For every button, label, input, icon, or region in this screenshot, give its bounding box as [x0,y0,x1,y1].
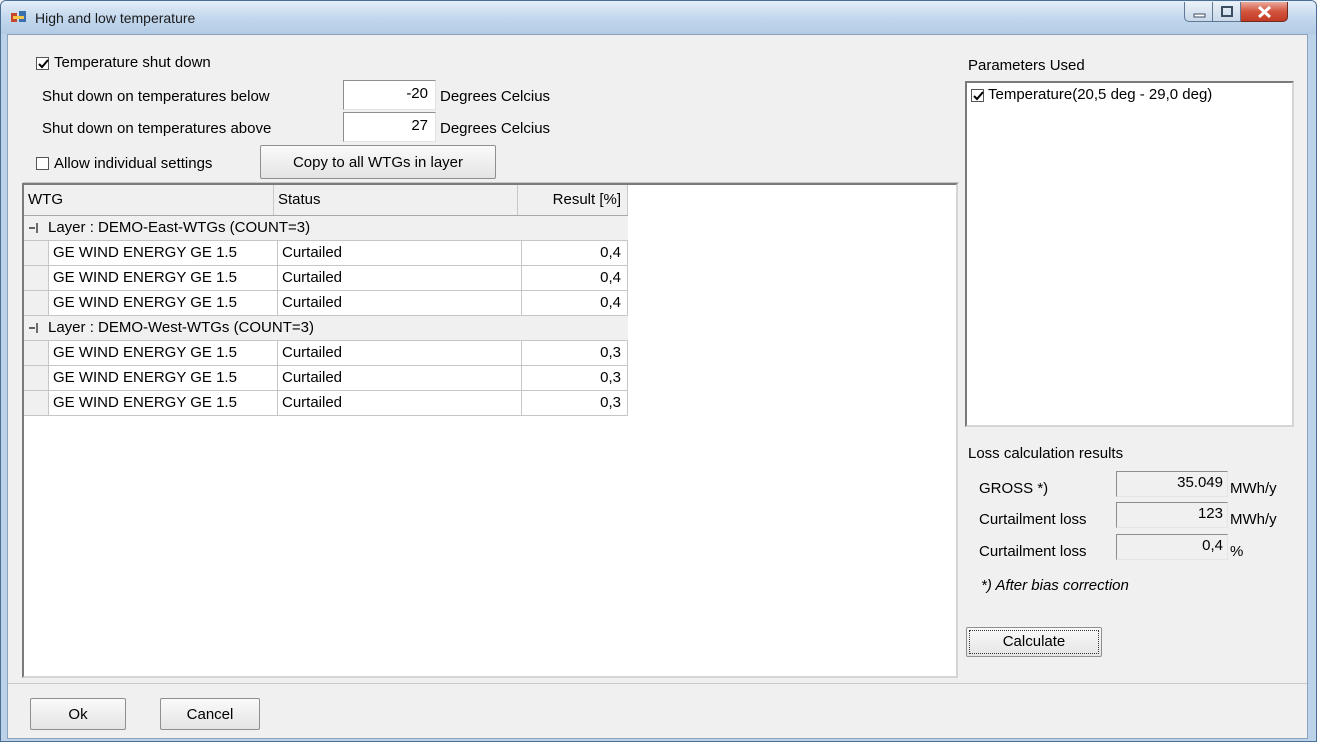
gross-value: 35.049 [1116,471,1228,497]
column-header-wtg[interactable]: WTG [24,185,274,215]
collapse-icon[interactable] [28,322,40,334]
dialog-body: Temperature shut down Shut down on tempe… [7,34,1308,739]
wtg-cell: GE WIND ENERGY GE 1.5 [48,266,278,291]
wtg-grid: WTG Status Result [%] Layer : DEMO-East-… [22,183,958,678]
parameter-checkbox[interactable] [971,89,984,102]
check-icon [973,91,984,101]
table-row[interactable]: GE WIND ENERGY GE 1.5 Curtailed 0,3 [48,366,628,391]
app-icon [11,11,26,22]
parameters-title: Parameters Used [968,57,1085,74]
wtg-cell: GE WIND ENERGY GE 1.5 [48,366,278,391]
curtailment-loss-percent-unit: % [1230,543,1244,560]
column-header-result[interactable]: Result [%] [518,185,628,215]
status-cell: Curtailed [278,341,522,366]
table-row[interactable]: GE WIND ENERGY GE 1.5 Curtailed 0,3 [48,341,628,366]
grid-header: WTG Status Result [%] [24,185,628,216]
layer-group-row[interactable]: Layer : DEMO-East-WTGs (COUNT=3) [24,216,628,241]
wtg-cell: GE WIND ENERGY GE 1.5 [48,291,278,316]
above-temperature-input[interactable]: 27 [343,112,436,142]
close-icon [1257,5,1272,19]
ok-button[interactable]: Ok [30,698,126,730]
maximize-icon [1221,6,1233,17]
status-cell: Curtailed [278,291,522,316]
grid-toolbar: Allow individual settings Copy to all WT… [23,145,959,183]
result-cell: 0,4 [522,291,628,316]
parameters-list[interactable]: Temperature(20,5 deg - 29,0 deg) [965,81,1294,427]
temperature-shutdown-checkbox[interactable] [36,57,49,70]
layer-group-label: Layer : DEMO-East-WTGs (COUNT=3) [48,219,311,236]
individual-settings-checkbox[interactable] [36,157,49,170]
close-button[interactable] [1241,2,1288,22]
gross-label: GROSS *) [979,480,1049,497]
layer-group-row[interactable]: Layer : DEMO-West-WTGs (COUNT=3) [24,316,628,341]
result-cell: 0,3 [522,341,628,366]
status-cell: Curtailed [278,241,522,266]
dialog-window: High and low temperature Temperature shu… [0,0,1317,742]
below-unit-label: Degrees Celcius [440,88,551,105]
table-row[interactable]: GE WIND ENERGY GE 1.5 Curtailed 0,4 [48,266,628,291]
below-temperature-input[interactable]: -20 [343,80,436,110]
footer-divider [8,683,1307,684]
minimize-button[interactable] [1184,2,1213,22]
wtg-cell: GE WIND ENERGY GE 1.5 [48,341,278,366]
copy-to-all-button[interactable]: Copy to all WTGs in layer [260,145,496,179]
column-header-status[interactable]: Status [274,185,518,215]
curtailment-loss-unit: MWh/y [1230,511,1277,528]
result-cell: 0,3 [522,391,628,416]
individual-settings-label: Allow individual settings [54,155,213,172]
loss-results-title: Loss calculation results [968,445,1124,462]
collapse-icon[interactable] [28,222,40,234]
calculate-button[interactable]: Calculate [966,627,1102,657]
check-icon [38,59,49,69]
above-label: Shut down on temperatures above [42,120,272,137]
status-cell: Curtailed [278,391,522,416]
below-label: Shut down on temperatures below [42,88,270,105]
table-row[interactable]: GE WIND ENERGY GE 1.5 Curtailed 0,4 [48,291,628,316]
curtailment-loss-value: 123 [1116,502,1228,528]
cancel-button[interactable]: Cancel [160,698,260,730]
curtailment-loss-percent-label: Curtailment loss [979,543,1087,560]
table-row[interactable]: GE WIND ENERGY GE 1.5 Curtailed 0,4 [48,241,628,266]
title-bar[interactable]: High and low temperature [1,1,1316,34]
status-cell: Curtailed [278,266,522,291]
minimize-icon [1193,13,1206,18]
curtailment-loss-label: Curtailment loss [979,511,1087,528]
wtg-cell: GE WIND ENERGY GE 1.5 [48,391,278,416]
layer-group-label: Layer : DEMO-West-WTGs (COUNT=3) [48,319,314,336]
curtailment-loss-percent-value: 0,4 [1116,534,1228,560]
status-cell: Curtailed [278,366,522,391]
result-cell: 0,3 [522,366,628,391]
gross-unit: MWh/y [1230,480,1277,497]
parameter-item-label: Temperature(20,5 deg - 29,0 deg) [988,86,1213,103]
wtg-cell: GE WIND ENERGY GE 1.5 [48,241,278,266]
bias-correction-note: *) After bias correction [981,577,1129,594]
temperature-shutdown-label: Temperature shut down [54,54,211,71]
table-row[interactable]: GE WIND ENERGY GE 1.5 Curtailed 0,3 [48,391,628,416]
result-cell: 0,4 [522,266,628,291]
result-cell: 0,4 [522,241,628,266]
window-title: High and low temperature [35,10,196,26]
maximize-button[interactable] [1213,2,1241,22]
above-unit-label: Degrees Celcius [440,120,551,137]
